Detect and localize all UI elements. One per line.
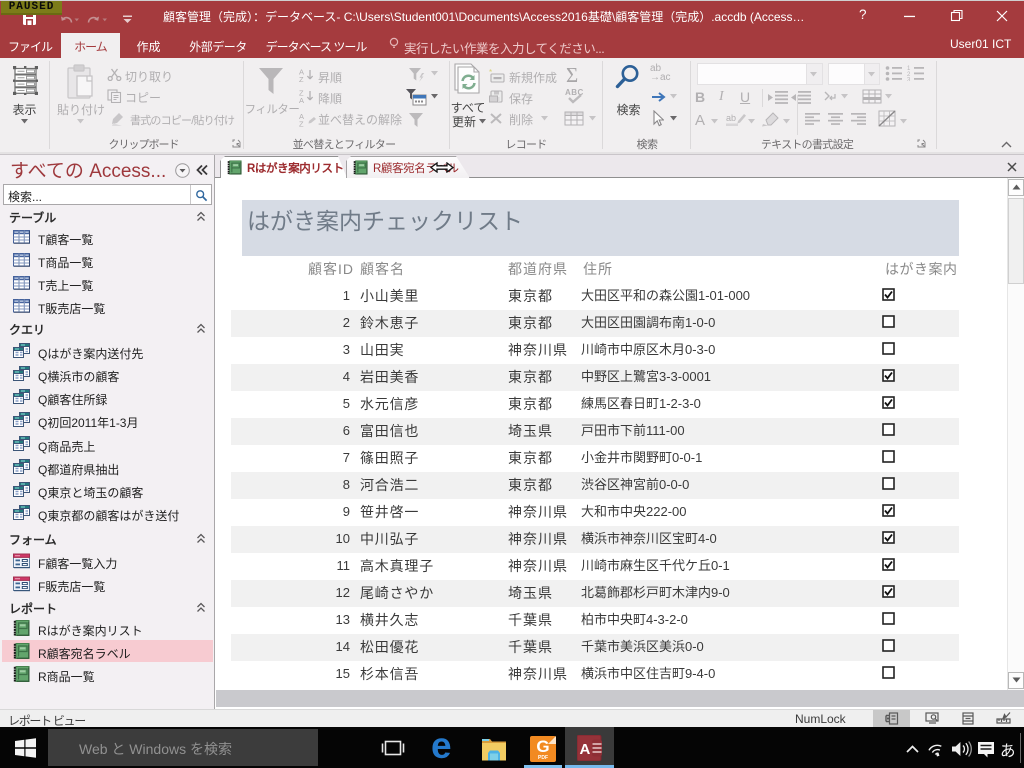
svg-text:3: 3 [907,78,911,82]
svg-text:ab: ab [726,113,736,123]
svg-text:A: A [299,96,304,103]
svg-text:Z: Z [299,75,304,82]
svg-text:A: A [580,741,591,758]
svg-text:Z: Z [299,120,304,128]
